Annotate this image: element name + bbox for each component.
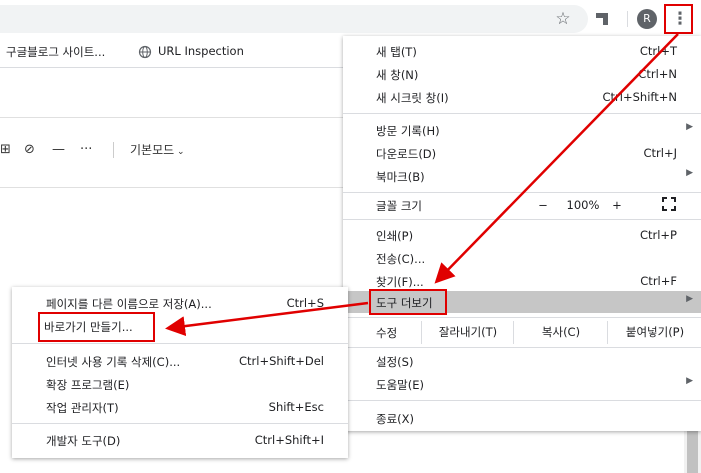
chevron-right-icon: ▶ bbox=[686, 168, 693, 178]
menu-divider bbox=[12, 343, 348, 344]
page-divider bbox=[0, 117, 350, 118]
menu-item-help[interactable]: 도움말(E) ▶ bbox=[343, 373, 701, 396]
chevron-right-icon: ▶ bbox=[686, 294, 693, 304]
menu-divider bbox=[343, 219, 701, 220]
editor-mode-select[interactable]: 기본모드 ⌄ bbox=[130, 140, 185, 162]
menu-item-settings[interactable]: 설정(S) bbox=[343, 350, 701, 373]
toolbar-divider bbox=[627, 11, 628, 27]
submenu-item-dev-tools[interactable]: 개발자 도구(D) Ctrl+Shift+I bbox=[12, 429, 348, 452]
menu-item-bookmarks[interactable]: 북마크(B) ▶ bbox=[343, 165, 701, 188]
menu-item-cast[interactable]: 전송(C)... bbox=[343, 247, 701, 270]
menu-zoom-row: 글꼴 크기 − 100% + bbox=[343, 194, 701, 217]
scrollbar-thumb[interactable] bbox=[687, 425, 698, 473]
editor-toolbar: ⊞ ⊘ — ··· 기본모드 ⌄ bbox=[0, 140, 350, 160]
chrome-main-menu: 새 탭(T) Ctrl+T 새 창(N) Ctrl+N 새 시크릿 창(I) Ctrl… bbox=[343, 36, 701, 431]
annotation-box-create-shortcut bbox=[38, 312, 155, 342]
profile-avatar[interactable]: R bbox=[637, 9, 657, 29]
submenu-item-clear-data[interactable]: 인터넷 사용 기록 삭제(C)... Ctrl+Shift+Del bbox=[12, 350, 348, 373]
star-icon[interactable]: ☆ bbox=[553, 9, 573, 29]
zoom-in-button[interactable]: + bbox=[607, 198, 627, 212]
menu-item-new-tab[interactable]: 새 탭(T) Ctrl+T bbox=[343, 40, 701, 63]
menu-edit-row: 수정 잘라내기(T) 복사(C) 붙여넣기(P) bbox=[343, 321, 701, 344]
extension-icon[interactable] bbox=[590, 9, 614, 29]
menu-item-history[interactable]: 방문 기록(H) ▶ bbox=[343, 119, 701, 142]
paste-button[interactable]: 붙여넣기(P) bbox=[607, 321, 701, 344]
chevron-right-icon: ▶ bbox=[686, 376, 693, 386]
annotation-box-more-tools bbox=[369, 289, 447, 315]
table-icon[interactable]: ⊞ bbox=[0, 140, 11, 160]
menu-item-new-window[interactable]: 새 창(N) Ctrl+N bbox=[343, 63, 701, 86]
bookmark-item[interactable]: URL Inspection bbox=[158, 44, 244, 58]
horizontal-rule-icon[interactable]: — bbox=[52, 140, 65, 160]
globe-icon bbox=[138, 45, 152, 59]
zoom-level: 100% bbox=[566, 198, 600, 212]
link-icon[interactable]: ⊘ bbox=[24, 140, 35, 160]
annotation-box-kebab bbox=[664, 4, 693, 34]
submenu-item-extensions[interactable]: 확장 프로그램(E) bbox=[12, 373, 348, 396]
fullscreen-icon[interactable] bbox=[659, 197, 679, 214]
zoom-out-button[interactable]: − bbox=[533, 198, 553, 212]
page-divider bbox=[0, 187, 350, 188]
bookmark-item[interactable]: 구글블로그 사이트... bbox=[6, 44, 105, 60]
editor-divider bbox=[113, 142, 114, 158]
chevron-right-icon: ▶ bbox=[686, 122, 693, 132]
menu-item-downloads[interactable]: 다운로드(D) Ctrl+J bbox=[343, 142, 701, 165]
more-icon[interactable]: ··· bbox=[80, 140, 92, 160]
address-bar[interactable] bbox=[0, 5, 588, 33]
chevron-down-icon: ⌄ bbox=[174, 147, 185, 157]
cut-button[interactable]: 잘라내기(T) bbox=[421, 321, 514, 344]
menu-divider bbox=[343, 113, 701, 114]
submenu-item-task-manager[interactable]: 작업 관리자(T) Shift+Esc bbox=[12, 396, 348, 419]
menu-divider bbox=[12, 423, 348, 424]
menu-divider bbox=[343, 317, 701, 318]
menu-item-incognito[interactable]: 새 시크릿 창(I) Ctrl+Shift+N bbox=[343, 86, 701, 109]
menu-item-print[interactable]: 인쇄(P) Ctrl+P bbox=[343, 224, 701, 247]
menu-divider bbox=[343, 400, 701, 401]
menu-item-exit[interactable]: 종료(X) bbox=[343, 407, 701, 430]
copy-button[interactable]: 복사(C) bbox=[513, 321, 608, 344]
menu-divider bbox=[343, 192, 701, 193]
menu-divider bbox=[343, 347, 701, 348]
